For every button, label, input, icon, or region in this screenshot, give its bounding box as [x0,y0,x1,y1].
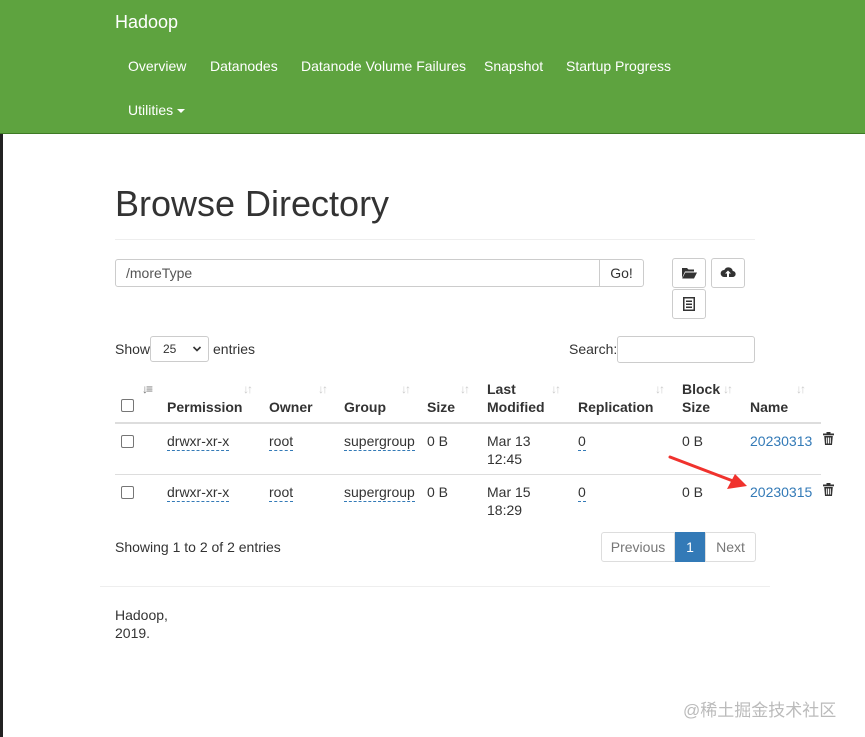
column-replication[interactable]: Replication [578,398,653,416]
sort-icon[interactable]: ↓↑ [796,382,806,396]
chevron-down-icon [192,346,202,352]
select-all-checkbox[interactable] [121,399,134,412]
sort-icon[interactable]: ↓↑ [243,382,253,396]
modified-time: 18:29 [487,502,523,518]
column-block-size-line2: Size [682,399,711,415]
sort-icon[interactable]: ↓↑ [318,382,328,396]
sort-icon[interactable]: ↓↑ [551,382,561,396]
nav-datanodes[interactable]: Datanodes [210,58,278,74]
column-last-modified-line2: Modified [487,399,545,415]
nav-startup-progress[interactable]: Startup Progress [566,58,671,74]
trash-icon[interactable] [823,483,834,496]
replication-cell[interactable]: 0 [578,432,586,451]
list-icon [683,297,695,311]
column-permission[interactable]: Permission [167,398,242,416]
column-block-size[interactable]: Block Size [682,380,720,416]
row-checkbox[interactable] [121,486,134,499]
page-length-select[interactable]: 25 [150,336,209,362]
sort-asc-icon[interactable]: ↓≡ [142,382,153,396]
footer: Hadoop, 2019. [115,606,168,642]
sort-icon[interactable]: ↓↑ [401,382,411,396]
nav-utilities-dropdown[interactable]: Utilities [128,102,186,118]
sort-icon[interactable]: ↓↑ [723,382,733,396]
navbar: Hadoop Overview Datanodes Datanode Volum… [0,0,865,134]
search-label: Search: [569,341,618,357]
group-cell[interactable]: supergroup [344,483,415,502]
nav-utilities-label: Utilities [128,102,174,118]
row-checkbox[interactable] [121,435,134,448]
entries-label: entries [213,341,256,357]
sort-icon[interactable]: ↓↑ [655,382,665,396]
footer-divider [100,586,770,587]
search-input[interactable] [617,336,755,363]
next-button[interactable]: Next [705,532,756,562]
owner-cell[interactable]: root [269,483,294,502]
column-name[interactable]: Name [750,398,788,416]
page-title: Browse Directory [115,183,390,224]
owner-cell[interactable]: root [269,432,294,451]
name-link[interactable]: 20230313 [750,432,812,450]
table-info: Showing 1 to 2 of 2 entries [115,539,281,555]
footer-line2: 2019. [115,625,151,641]
modified-cell: Mar 13 12:45 [487,432,531,468]
modified-date: Mar 15 [487,484,531,500]
column-owner[interactable]: Owner [269,398,313,416]
modified-date: Mar 13 [487,433,531,449]
permission-cell[interactable]: drwxr-xr-x [167,483,230,502]
directory-path-input[interactable]: /moreType [115,259,600,287]
cloud-upload-icon [720,267,736,278]
replication-cell[interactable]: 0 [578,483,586,502]
nav-overview[interactable]: Overview [128,58,186,74]
column-group[interactable]: Group [344,398,386,416]
cut-paste-button[interactable] [672,289,706,319]
page-1-button[interactable]: 1 [675,532,705,562]
upload-button[interactable] [711,258,745,288]
watermark: @稀土掘金技术社区 [683,701,837,720]
previous-button[interactable]: Previous [601,532,675,562]
size-cell: 0 B [427,484,449,500]
create-directory-button[interactable] [672,258,706,288]
show-label: Show [115,341,151,357]
modified-cell: Mar 15 18:29 [487,483,531,519]
permission-cell[interactable]: drwxr-xr-x [167,432,230,451]
name-link[interactable]: 20230315 [750,483,812,501]
column-size[interactable]: Size [427,398,455,416]
size-cell: 0 B [427,433,449,449]
column-block-size-line1: Block [682,381,721,397]
footer-line1: Hadoop, [115,607,168,623]
column-last-modified-line1: Last [487,381,516,397]
caret-down-icon [177,109,186,114]
header-divider [115,422,821,424]
page-length-value: 25 [163,342,177,356]
navbar-brand[interactable]: Hadoop [115,12,178,33]
column-last-modified[interactable]: Last Modified [487,380,545,416]
modified-time: 12:45 [487,451,523,467]
folder-open-icon [682,268,697,279]
block-size-cell: 0 B [682,433,704,449]
go-button[interactable]: Go! [599,259,644,287]
nav-snapshot[interactable]: Snapshot [484,58,543,74]
trash-icon[interactable] [823,432,834,445]
title-divider [115,239,755,240]
window-left-edge [0,133,3,737]
sort-icon[interactable]: ↓↑ [460,382,470,396]
red-arrow-annotation [668,455,747,489]
nav-datanode-volume-failures[interactable]: Datanode Volume Failures [301,58,466,74]
group-cell[interactable]: supergroup [344,432,415,451]
